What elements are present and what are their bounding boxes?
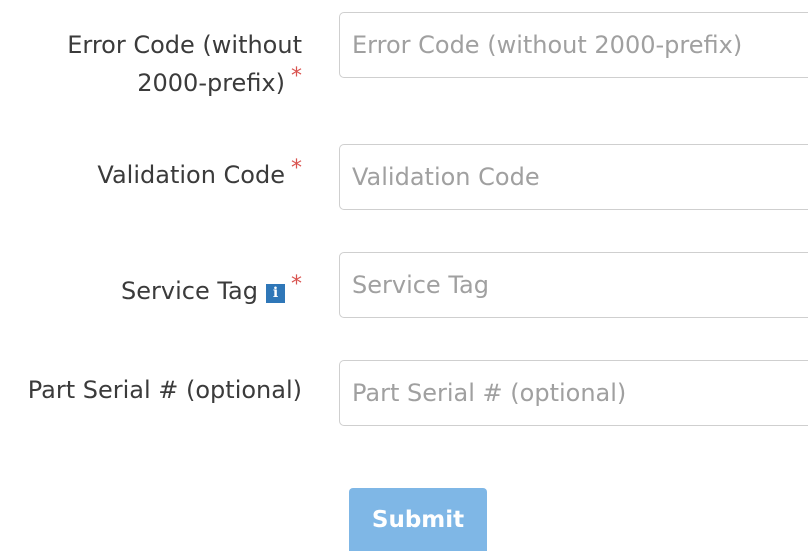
info-icon[interactable]: i <box>266 284 285 303</box>
service-tag-label: Service Tag i * <box>121 272 302 312</box>
validation-code-label-text: Validation Code <box>97 161 285 189</box>
error-code-label-line2: 2000-prefix) <box>137 69 285 97</box>
error-code-label: Error Code (without 2000-prefix) * <box>67 26 302 104</box>
service-tag-label-text: Service Tag <box>121 277 258 305</box>
validation-code-input[interactable] <box>339 144 808 210</box>
required-asterisk: * <box>291 64 302 89</box>
error-code-label-line1: Error Code (without <box>67 31 302 59</box>
part-serial-label: Part Serial # (optional) <box>28 371 302 409</box>
error-code-form: Error Code (without 2000-prefix)* Valida… <box>0 0 808 551</box>
error-code-input[interactable] <box>339 12 808 78</box>
part-serial-input[interactable] <box>339 360 808 426</box>
validation-code-label: Validation Code * <box>97 156 302 196</box>
submit-button[interactable]: Submit <box>349 488 487 551</box>
required-asterisk: * <box>291 156 302 181</box>
service-tag-input[interactable] <box>339 252 808 318</box>
required-asterisk: * <box>291 272 302 297</box>
part-serial-label-text: Part Serial # (optional) <box>27 376 302 404</box>
